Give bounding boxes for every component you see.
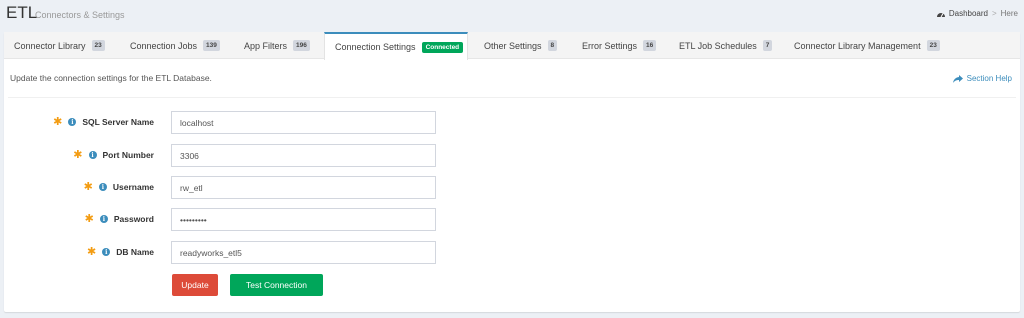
tab-badge: 139 — [203, 40, 220, 51]
tab-badge: 7 — [762, 40, 773, 51]
password-input[interactable] — [171, 208, 436, 231]
tab-label: ETL Job Schedules — [679, 40, 757, 51]
required-icon: ✱ — [84, 213, 94, 225]
breadcrumb-current: Here — [1000, 9, 1018, 18]
required-icon: ✱ — [73, 149, 83, 161]
tab-label: Error Settings — [582, 40, 638, 51]
tab-label: Other Settings — [484, 40, 542, 51]
info-icon[interactable]: i — [102, 248, 111, 256]
tab-badge: 196 — [293, 40, 310, 51]
section-description: Update the connection settings for the E… — [10, 73, 212, 83]
connected-status-badge: Connected — [421, 41, 464, 53]
tab-other-settings[interactable]: Other Settings 8 — [484, 32, 558, 59]
form-row-port-number: ✱ i Port Number — [4, 144, 1020, 168]
field-label-text: Password — [113, 214, 154, 224]
field-label-text: Port Number — [102, 150, 154, 160]
tab-connection-jobs[interactable]: Connection Jobs 139 — [130, 32, 220, 59]
info-icon[interactable]: i — [68, 118, 77, 126]
page-subtitle: Connectors & Settings — [35, 10, 125, 20]
tab-label: Connection Jobs — [130, 40, 198, 51]
form-row-username: ✱ i Username — [4, 176, 1020, 200]
tab-badge: 23 — [91, 40, 105, 51]
dashboard-icon — [936, 12, 945, 17]
tab-connection-settings[interactable]: Connection Settings Connected — [324, 32, 468, 60]
divider — [8, 97, 1016, 98]
tab-error-settings[interactable]: Error Settings 16 — [582, 32, 657, 59]
form-row-sql-server-name: ✱ i SQL Server Name — [4, 111, 1020, 135]
field-label: ✱ i SQL Server Name — [53, 116, 154, 128]
tab-badge: 8 — [547, 40, 558, 51]
tab-label: Connection Settings — [335, 42, 416, 52]
tab-app-filters[interactable]: App Filters 196 — [244, 32, 310, 59]
tab-badge: 23 — [926, 40, 940, 51]
tab-etl-job-schedules[interactable]: ETL Job Schedules 7 — [679, 32, 773, 59]
field-label: ✱ i Port Number — [73, 149, 154, 161]
field-label-text: Username — [112, 182, 154, 192]
share-icon — [952, 74, 963, 83]
breadcrumb-dashboard-link[interactable]: Dashboard — [949, 9, 988, 18]
form-row-db-name: ✱ i DB Name — [4, 241, 1020, 265]
field-label-text: DB Name — [116, 247, 154, 257]
section-help-label: Section Help — [966, 74, 1012, 83]
required-icon: ✱ — [83, 181, 93, 193]
breadcrumb: Dashboard > Here — [936, 9, 1018, 18]
info-icon[interactable]: i — [99, 215, 108, 223]
page-header: ETL Connectors & Settings Dashboard > He… — [0, 0, 1024, 28]
port-number-input[interactable] — [171, 144, 436, 167]
field-label: ✱ i Username — [83, 181, 154, 193]
tab-label: Connector Library Management — [794, 40, 921, 51]
info-icon[interactable]: i — [98, 183, 107, 191]
required-icon: ✱ — [86, 246, 97, 258]
field-label: ✱ i Password — [84, 213, 154, 225]
tab-connector-library-management[interactable]: Connector Library Management 23 — [794, 32, 940, 59]
settings-box: Connector Library 23 Connection Jobs 139… — [4, 32, 1020, 312]
test-connection-button[interactable]: Test Connection — [230, 274, 323, 296]
field-label-text: SQL Server Name — [82, 117, 154, 127]
tab-badge: 16 — [643, 40, 657, 51]
required-icon: ✱ — [53, 116, 63, 128]
tab-bar: Connector Library 23 Connection Jobs 139… — [4, 32, 1020, 60]
tab-label: App Filters — [244, 40, 288, 51]
sql-server-name-input[interactable] — [171, 111, 436, 134]
db-name-input[interactable] — [171, 241, 436, 264]
tab-label: Connector Library — [14, 40, 86, 51]
section-help-link[interactable]: Section Help — [952, 74, 1012, 83]
username-input[interactable] — [171, 176, 436, 199]
info-icon[interactable]: i — [88, 151, 97, 159]
field-label: ✱ i DB Name — [86, 246, 154, 258]
update-button[interactable]: Update — [172, 274, 218, 296]
tab-connector-library[interactable]: Connector Library 23 — [14, 32, 105, 59]
breadcrumb-separator: > — [991, 9, 997, 18]
form-row-password: ✱ i Password — [4, 208, 1020, 232]
page-title: ETL — [6, 3, 38, 22]
